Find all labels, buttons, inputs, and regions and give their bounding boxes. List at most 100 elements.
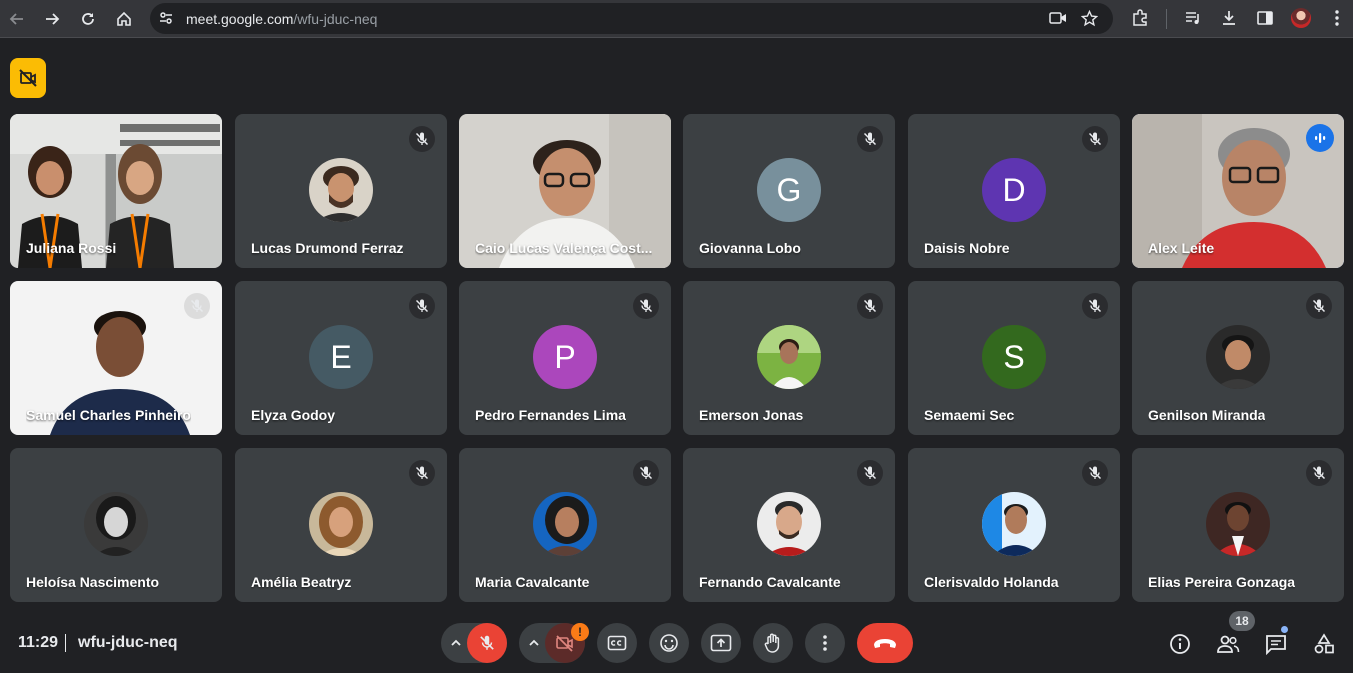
reload-icon[interactable] xyxy=(76,7,100,31)
mic-off-icon xyxy=(409,460,435,486)
participant-avatar: E xyxy=(309,325,373,389)
meeting-code: wfu-jduc-neq xyxy=(78,634,178,651)
mic-off-icon xyxy=(409,126,435,152)
participant-avatar: S xyxy=(982,325,1046,389)
participant-avatar xyxy=(84,492,148,556)
participant-name: Daisis Nobre xyxy=(924,240,1010,256)
profile-avatar[interactable] xyxy=(1291,8,1311,28)
participant-tile[interactable]: Genilson Miranda xyxy=(1132,281,1344,435)
url-text: meet.google.com/wfu-jduc-neq xyxy=(186,11,377,27)
mic-off-icon xyxy=(1082,460,1108,486)
participant-name: Elias Pereira Gonzaga xyxy=(1148,574,1296,590)
participant-name: Maria Cavalcante xyxy=(475,574,590,590)
participant-avatar xyxy=(757,325,821,389)
browser-toolbar: meet.google.com/wfu-jduc-neq xyxy=(0,0,1353,38)
mic-off-icon xyxy=(1082,126,1108,152)
url-host: meet.google.com xyxy=(186,11,294,27)
participant-avatar xyxy=(309,492,373,556)
participant-name: Amélia Beatryz xyxy=(251,574,352,590)
participant-avatar: P xyxy=(533,325,597,389)
mic-off-icon xyxy=(857,293,883,319)
video-options-chevron-icon[interactable] xyxy=(524,633,544,653)
participant-name: Heloísa Nascimento xyxy=(26,574,160,590)
media-control-icon[interactable] xyxy=(1182,7,1204,29)
participant-name: Alex Leite xyxy=(1148,240,1215,256)
participant-avatar xyxy=(533,492,597,556)
chat-icon[interactable] xyxy=(1263,631,1289,657)
browser-menu-icon[interactable] xyxy=(1326,7,1348,29)
participant-avatar: D xyxy=(982,158,1046,222)
speaking-indicator-icon xyxy=(1306,124,1334,152)
participant-avatar xyxy=(1206,325,1270,389)
leave-call-button[interactable] xyxy=(857,623,913,663)
toolbar-separator xyxy=(1166,9,1167,29)
participant-avatar: G xyxy=(757,158,821,222)
participant-name: Pedro Fernandes Lima xyxy=(475,407,626,423)
home-icon[interactable] xyxy=(112,7,136,31)
mic-off-icon xyxy=(633,460,659,486)
audio-options-chevron-icon[interactable] xyxy=(446,633,466,653)
video-off-notice-icon[interactable] xyxy=(10,58,46,98)
url-path: /wfu-jduc-neq xyxy=(293,11,378,27)
participant-tile[interactable]: D Daisis Nobre xyxy=(908,114,1120,268)
participant-tile[interactable]: Elias Pereira Gonzaga xyxy=(1132,448,1344,602)
participant-tile[interactable]: Clerisvaldo Holanda xyxy=(908,448,1120,602)
participant-tile[interactable]: Maria Cavalcante xyxy=(459,448,671,602)
participant-name: Giovanna Lobo xyxy=(699,240,801,256)
participant-name: Fernando Cavalcante xyxy=(699,574,841,590)
bookmark-star-icon[interactable] xyxy=(1080,9,1099,32)
mic-off-icon xyxy=(1082,293,1108,319)
activities-icon[interactable] xyxy=(1311,631,1337,657)
participant-tile[interactable]: Fernando Cavalcante xyxy=(683,448,895,602)
microphone-toggle-button[interactable] xyxy=(467,623,507,663)
participant-tile[interactable]: Juliana Rossi xyxy=(10,114,222,268)
meeting-details-icon[interactable] xyxy=(1167,631,1193,657)
participant-tile[interactable]: Heloísa Nascimento xyxy=(10,448,222,602)
download-icon[interactable] xyxy=(1218,7,1240,29)
mic-off-icon xyxy=(1306,293,1332,319)
participant-tile[interactable]: E Elyza Godoy xyxy=(235,281,447,435)
participant-name: Juliana Rossi xyxy=(26,240,117,256)
meeting-clock: 11:29 xyxy=(18,634,59,651)
participant-avatar xyxy=(309,158,373,222)
participant-avatar xyxy=(757,492,821,556)
participant-tile[interactable]: S Semaemi Sec xyxy=(908,281,1120,435)
participant-name: Samuel Charles Pinheiro xyxy=(26,407,191,423)
participant-tile-speaking[interactable]: Alex Leite xyxy=(1132,114,1344,268)
mic-off-icon xyxy=(1306,460,1332,486)
people-icon[interactable] xyxy=(1215,631,1241,657)
participant-avatar xyxy=(1206,492,1270,556)
extensions-icon[interactable] xyxy=(1129,7,1151,29)
site-settings-icon[interactable] xyxy=(158,10,174,31)
mic-off-icon xyxy=(857,460,883,486)
participant-tile[interactable]: P Pedro Fernandes Lima xyxy=(459,281,671,435)
participant-tile[interactable]: Caio Lucas Valença Cost... xyxy=(459,114,671,268)
participant-name: Clerisvaldo Holanda xyxy=(924,574,1059,590)
participant-name: Genilson Miranda xyxy=(1148,407,1266,423)
participant-tile[interactable]: Emerson Jonas xyxy=(683,281,895,435)
participant-name: Lucas Drumond Ferraz xyxy=(251,240,404,256)
participant-tile[interactable]: G Giovanna Lobo xyxy=(683,114,895,268)
side-panel-icon[interactable] xyxy=(1254,7,1276,29)
camera-in-use-icon[interactable] xyxy=(1049,10,1067,31)
participant-name: Emerson Jonas xyxy=(699,407,804,423)
participant-tile[interactable]: Lucas Drumond Ferraz xyxy=(235,114,447,268)
address-bar[interactable]: meet.google.com/wfu-jduc-neq xyxy=(150,3,1113,34)
participant-tile[interactable]: Amélia Beatryz xyxy=(235,448,447,602)
participant-tile[interactable]: Samuel Charles Pinheiro xyxy=(10,281,222,435)
chat-unread-dot xyxy=(1281,626,1288,633)
raise-hand-button[interactable] xyxy=(753,623,793,663)
participants-count-badge: 18 xyxy=(1229,611,1255,631)
participant-name: Elyza Godoy xyxy=(251,407,336,423)
mic-off-icon xyxy=(409,293,435,319)
more-options-button[interactable] xyxy=(805,623,845,663)
participant-avatar xyxy=(982,492,1046,556)
forward-icon[interactable] xyxy=(40,7,64,31)
back-icon[interactable] xyxy=(5,7,29,31)
camera-warning-badge: ! xyxy=(571,623,589,641)
participant-name: Semaemi Sec xyxy=(924,407,1015,423)
emoji-reactions-button[interactable] xyxy=(649,623,689,663)
present-screen-button[interactable] xyxy=(701,623,741,663)
captions-button[interactable] xyxy=(597,623,637,663)
participant-name: Caio Lucas Valença Cost... xyxy=(475,240,653,256)
